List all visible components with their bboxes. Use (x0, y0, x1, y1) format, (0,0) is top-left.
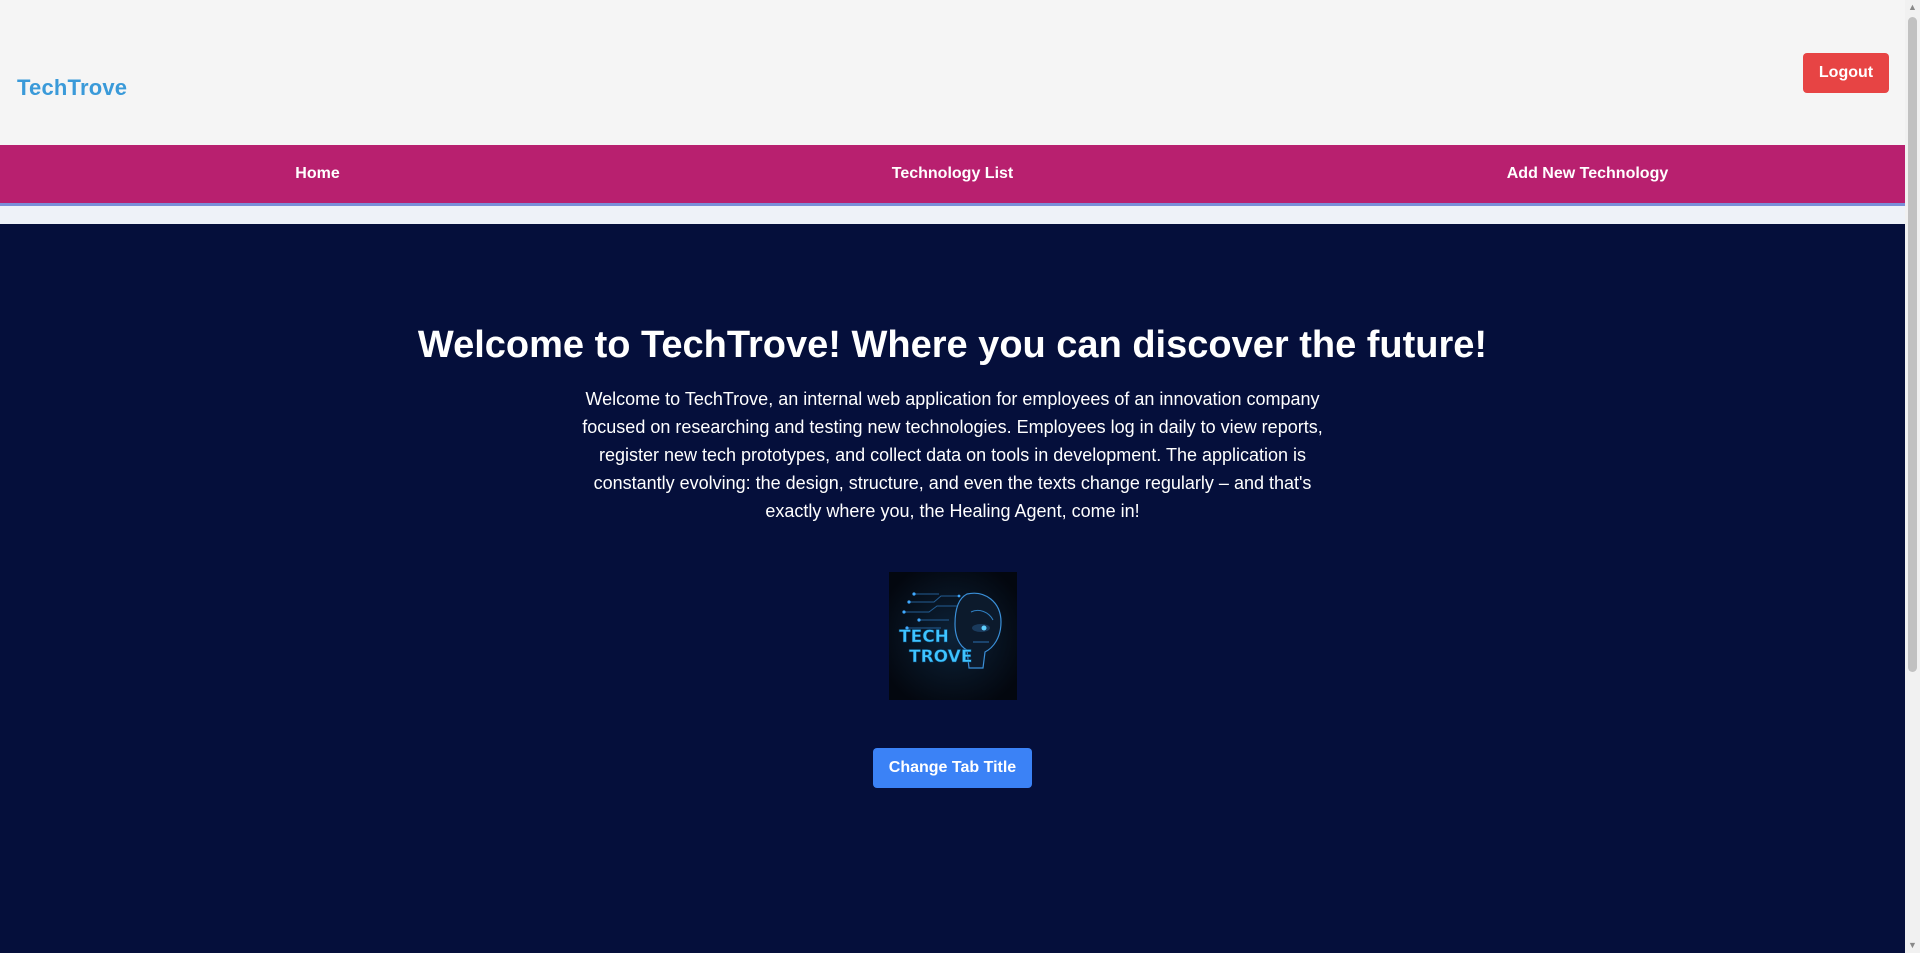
intro-paragraph: Welcome to TechTrove, an internal web ap… (582, 389, 1323, 521)
scrollbar-thumb[interactable] (1908, 17, 1917, 672)
top-header: TechTrove Logout (0, 0, 1905, 145)
techtrove-logo-image: TECH TROVE (889, 572, 1017, 700)
nav-spacer (0, 206, 1905, 224)
page-title: Welcome to TechTrove! Where you can disc… (417, 324, 1488, 366)
robot-head-logo-icon: TECH TROVE (889, 572, 1017, 700)
svg-text:TROVE: TROVE (909, 647, 972, 667)
scroll-down-arrow-icon[interactable]: ▼ (1905, 938, 1920, 953)
change-tab-title-button[interactable]: Change Tab Title (873, 748, 1032, 788)
hero-section: Welcome to TechTrove! Where you can disc… (0, 224, 1905, 953)
svg-text:TECH: TECH (899, 627, 949, 647)
page: TechTrove Logout Home Technology List Ad… (0, 0, 1905, 953)
main-nav: Home Technology List Add New Technology (0, 145, 1905, 206)
nav-item-home[interactable]: Home (0, 145, 635, 203)
logout-button[interactable]: Logout (1803, 53, 1889, 93)
nav-item-technology-list[interactable]: Technology List (635, 145, 1270, 203)
brand-logo-text[interactable]: TechTrove (17, 75, 127, 101)
vertical-scrollbar[interactable]: ▲ ▼ (1905, 0, 1920, 953)
scroll-up-arrow-icon[interactable]: ▲ (1905, 0, 1920, 15)
nav-item-add-new-technology[interactable]: Add New Technology (1270, 145, 1905, 203)
